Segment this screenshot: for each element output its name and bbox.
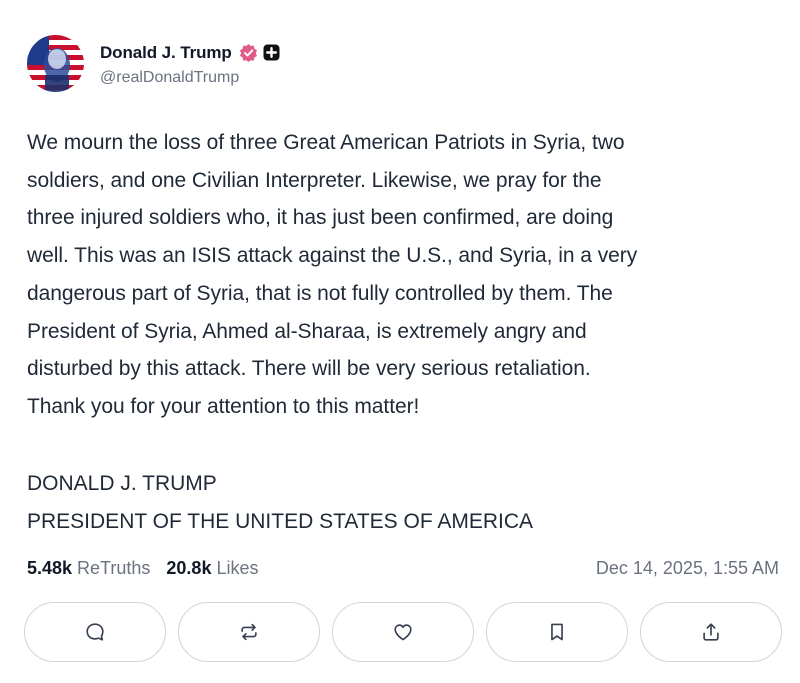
author-handle[interactable]: @realDonaldTrump <box>100 69 280 87</box>
verified-badge-icon <box>239 43 258 62</box>
post-body-line: dangerous part of Syria, that is not ful… <box>27 281 613 305</box>
post-body-line: well. This was an ISIS attack against th… <box>27 244 638 268</box>
post-header: Donald J. Trump @realDonaldTrump <box>27 33 280 93</box>
post-signature: DONALD J. TRUMP PRESIDENT OF THE UNITED … <box>27 465 533 540</box>
action-bar <box>24 602 782 662</box>
post-body: We mourn the loss of three Great America… <box>27 124 782 426</box>
post-body-line: soldiers, and one Civilian Interpreter. … <box>27 168 602 192</box>
share-button[interactable] <box>640 602 782 662</box>
post-card: Donald J. Trump @realDonaldTrump We mour… <box>0 0 800 683</box>
retruths-label: ReTruths <box>77 557 151 578</box>
post-body-line: We mourn the loss of three Great America… <box>27 131 625 154</box>
avatar-image <box>27 34 84 92</box>
bookmark-button[interactable] <box>486 602 628 662</box>
likes-count: 20.8k <box>166 557 212 578</box>
retruth-button[interactable] <box>178 602 320 662</box>
share-icon <box>703 623 719 641</box>
display-name[interactable]: Donald J. Trump <box>100 43 232 63</box>
post-body-line: three injured soldiers who, it has just … <box>27 206 614 230</box>
post-body-line: Thank you for your attention to this mat… <box>27 394 420 418</box>
post-body-line: disturbed by this attack. There will be … <box>27 357 591 381</box>
like-icon <box>394 624 412 641</box>
reply-button[interactable] <box>24 602 166 662</box>
likes-stat[interactable]: 20.8k Likes <box>166 558 258 579</box>
post-stats: 5.48k ReTruths 20.8k Likes Dec 14, 2025,… <box>27 554 779 582</box>
post-body-line: President of Syria, Ahmed al-Sharaa, is … <box>27 319 587 343</box>
bookmark-icon <box>551 623 563 641</box>
avatar[interactable] <box>27 34 84 92</box>
signature-title: PRESIDENT OF THE UNITED STATES OF AMERIC… <box>27 509 534 533</box>
post-timestamp[interactable]: Dec 14, 2025, 1:55 AM <box>596 558 779 579</box>
plus-badge-icon <box>263 44 280 61</box>
likes-label: Likes <box>216 557 259 578</box>
name-row: Donald J. Trump <box>100 40 280 66</box>
author-info: Donald J. Trump @realDonaldTrump <box>100 40 280 87</box>
retruths-count: 5.48k <box>27 557 73 578</box>
signature-name: DONALD J. TRUMP <box>27 472 217 495</box>
retruths-stat[interactable]: 5.48k ReTruths <box>27 558 150 579</box>
retruth-icon <box>241 623 257 641</box>
reply-icon <box>86 623 104 641</box>
like-button[interactable] <box>332 602 474 662</box>
